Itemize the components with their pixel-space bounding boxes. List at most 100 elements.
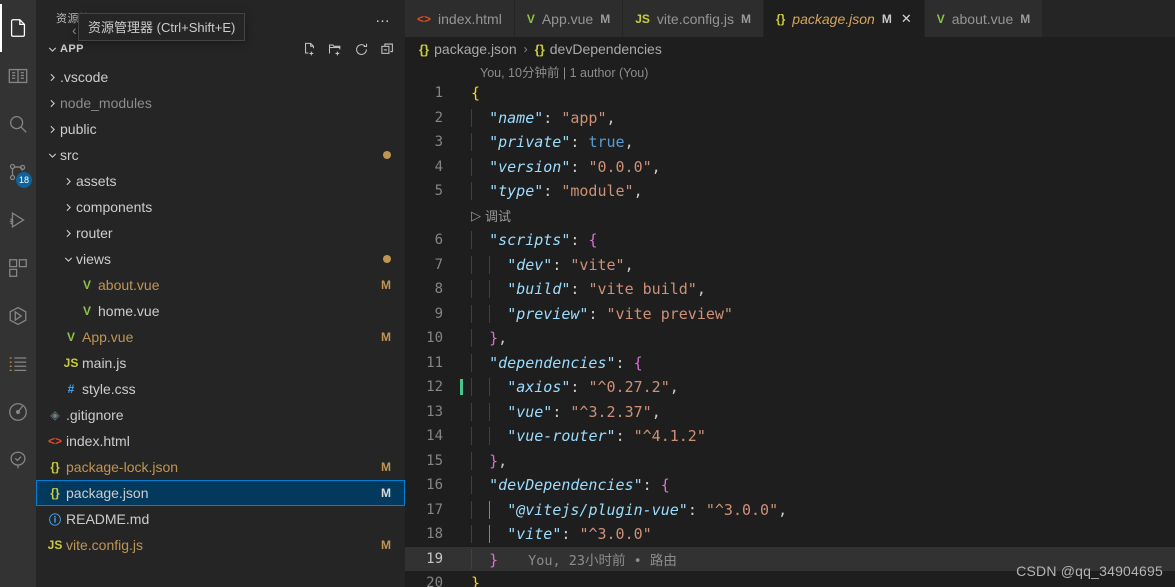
tree-item-about-vue[interactable]: Vabout.vue M <box>36 272 405 298</box>
refresh-icon[interactable] <box>354 42 369 57</box>
tree-item-label: about.vue <box>98 277 160 293</box>
code-line[interactable]: 14 "vue-router": "^4.1.2" <box>405 424 1175 449</box>
breadcrumb-file-icon: {} <box>419 41 430 57</box>
code-line[interactable]: 10}, <box>405 326 1175 351</box>
tab-close-icon[interactable]: ✕ <box>901 12 912 25</box>
code-tokens: "version": "0.0.0", <box>489 157 661 176</box>
tree-item-index-html[interactable]: <> index.html <box>36 428 405 454</box>
line-number: 3 <box>434 134 443 151</box>
editor-tab-vite-config-js[interactable]: JS vite.config.js M <box>623 0 764 37</box>
breadcrumb-file[interactable]: package.json <box>434 41 517 57</box>
code-line-content: "axios": "^0.27.2", <box>457 378 1175 397</box>
code-tokens: "vue": "^3.2.37", <box>507 402 661 421</box>
activity-item-vue-volar[interactable] <box>0 292 36 340</box>
tree-item-home-vue[interactable]: Vhome.vue <box>36 298 405 324</box>
indent-guide <box>471 378 472 397</box>
tree-item-readme-md[interactable]: ⓘ README.md <box>36 506 405 532</box>
editor-tab-app-vue[interactable]: V App.vue M <box>514 0 624 37</box>
line-number: 19 <box>426 550 443 567</box>
indent-guide <box>489 402 491 421</box>
tooltip-arrow-icon: ‹ <box>72 22 77 38</box>
code-line[interactable]: 18 "vite": "^3.0.0" <box>405 522 1175 547</box>
activity-item-source-control[interactable]: 18 <box>0 148 36 196</box>
tree-item-public[interactable]: public <box>36 116 405 142</box>
inline-git-blame[interactable]: You, 23小时前 • 路由 <box>528 553 677 569</box>
editor-tab-index-html[interactable]: <> index.html <box>405 0 515 37</box>
activity-item-search[interactable] <box>0 100 36 148</box>
activity-item-explorer[interactable] <box>0 4 36 52</box>
codelens-debug-button[interactable]: ▷ 调试 <box>471 206 511 225</box>
tree-item-node-modules[interactable]: node_modules <box>36 90 405 116</box>
chevron-right-icon <box>60 227 76 240</box>
editor-tab-about-vue[interactable]: Vabout.vue M <box>924 0 1044 37</box>
code-line[interactable]: 13 "vue": "^3.2.37", <box>405 400 1175 425</box>
code-line[interactable]: 16 "devDependencies": { <box>405 473 1175 498</box>
tab-modified-badge: M <box>881 11 892 26</box>
tree-item-vite-config-js[interactable]: JS vite.config.js M <box>36 532 405 558</box>
more-actions-button[interactable]: … <box>369 8 397 27</box>
code-line-content: }, <box>457 329 1175 348</box>
tree-item-label: assets <box>76 173 117 189</box>
tree-item-src[interactable]: src <box>36 142 405 168</box>
tree-item-package-lock-json[interactable]: {} package-lock.json M <box>36 454 405 480</box>
git-blame-header[interactable]: You, 10分钟前 | 1 author (You) <box>405 61 1175 81</box>
code-line[interactable]: 3 "private": true, <box>405 130 1175 155</box>
line-number: 18 <box>426 526 443 543</box>
activity-item-timeline[interactable] <box>0 388 36 436</box>
new-folder-icon[interactable] <box>328 42 343 57</box>
indent-guide <box>471 353 472 372</box>
line-number: 1 <box>434 85 443 102</box>
activity-item-outline-list[interactable] <box>0 340 36 388</box>
code-line[interactable]: 2 "name": "app", <box>405 106 1175 131</box>
line-number: 16 <box>426 477 443 494</box>
activity-item-extensions[interactable] <box>0 244 36 292</box>
css-file-icon: # <box>67 382 75 396</box>
indent-guide <box>471 280 472 299</box>
code-line[interactable]: 17 "@vitejs/plugin-vue": "^3.0.0", <box>405 498 1175 523</box>
tree-check-icon <box>7 449 29 471</box>
tree-item-app-vue[interactable]: V App.vue M <box>36 324 405 350</box>
code-line[interactable]: 8 "build": "vite build", <box>405 277 1175 302</box>
code-line[interactable]: 11 "dependencies": { <box>405 351 1175 376</box>
indent-guide <box>471 108 472 127</box>
tree-item-label: style.css <box>82 381 136 397</box>
line-number: 12 <box>405 379 463 396</box>
code-line[interactable]: 4 "version": "0.0.0", <box>405 155 1175 180</box>
tree-item--gitignore[interactable]: ◈ .gitignore <box>36 402 405 428</box>
code-line[interactable]: 6 "scripts": { <box>405 228 1175 253</box>
tree-item-assets[interactable]: assets <box>36 168 405 194</box>
code-editor[interactable]: 1{2 "name": "app", 3 "private": true, 4 "vers… <box>405 81 1175 587</box>
tree-item-main-js[interactable]: JS main.js <box>36 350 405 376</box>
line-number: 7 <box>434 256 443 273</box>
code-line[interactable]: 1{ <box>405 81 1175 106</box>
tree-item-git-badge: M <box>381 330 391 344</box>
code-line[interactable]: 5 "type": "module", <box>405 179 1175 204</box>
activity-item-project-manager[interactable] <box>0 436 36 484</box>
tree-item-git-badge: M <box>381 278 391 292</box>
code-line[interactable]: 12 "axios": "^0.27.2", <box>405 375 1175 400</box>
line-number: 5 <box>434 183 443 200</box>
code-tokens: "build": "vite build", <box>507 280 706 299</box>
tree-item--vscode[interactable]: .vscode <box>36 64 405 90</box>
git-file-icon: ◈ <box>50 408 60 422</box>
codelens-row: ▷ 调试 <box>405 204 1175 229</box>
tree-item-git-badge: M <box>381 538 391 552</box>
tree-item-components[interactable]: components <box>36 194 405 220</box>
extensions-icon <box>7 257 29 279</box>
tree-item-style-css[interactable]: # style.css <box>36 376 405 402</box>
activity-item-open-editors[interactable] <box>0 52 36 100</box>
tree-item-label: src <box>60 147 79 163</box>
code-tokens: "@vitejs/plugin-vue": "^3.0.0", <box>507 500 788 519</box>
tree-item-router[interactable]: router <box>36 220 405 246</box>
collapse-all-icon[interactable] <box>380 42 395 57</box>
code-line[interactable]: 9 "preview": "vite preview" <box>405 302 1175 327</box>
editor-tab-package-json[interactable]: {} package.json M ✕ <box>763 0 925 37</box>
tree-item-package-json[interactable]: {} package.json M <box>36 480 405 506</box>
breadcrumb-symbol[interactable]: devDependencies <box>550 41 662 57</box>
tree-item-views[interactable]: views <box>36 246 405 272</box>
code-tokens: "axios": "^0.27.2", <box>507 378 679 397</box>
code-line[interactable]: 15}, <box>405 449 1175 474</box>
new-file-icon[interactable] <box>302 42 317 57</box>
activity-item-run-debug[interactable] <box>0 196 36 244</box>
code-line[interactable]: 7 "dev": "vite", <box>405 253 1175 278</box>
